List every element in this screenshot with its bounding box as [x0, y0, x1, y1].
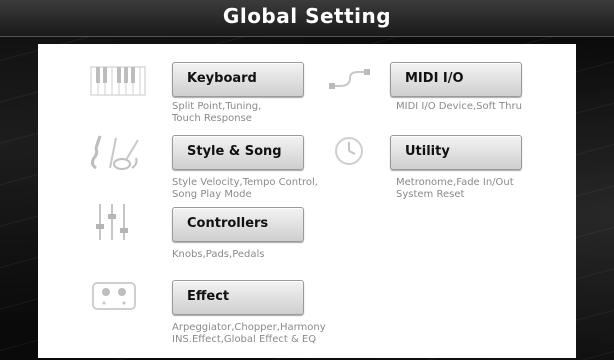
midi-io-description: MIDI I/O Device,Soft Thru — [396, 101, 522, 112]
effect-button[interactable]: Effect — [172, 280, 304, 315]
utility-button[interactable]: Utility — [390, 135, 522, 170]
clock-icon — [335, 137, 363, 165]
keyboard-description: Split Point,Tuning, Touch Response — [172, 101, 262, 124]
utility-description: Metronome,Fade In/Out System Reset — [396, 177, 514, 200]
page-title: Global Setting — [222, 4, 392, 28]
settings-panel: Keyboard Split Point,Tuning, Touch Respon… — [38, 44, 576, 358]
effect-pedal-icon — [92, 282, 136, 310]
title-bar: Global Setting — [0, 0, 614, 37]
keyboard-icon — [90, 66, 146, 96]
midi-cable-icon — [329, 69, 370, 89]
faders-icon — [96, 204, 128, 240]
style-song-button[interactable]: Style & Song — [172, 135, 304, 170]
instruments-icon — [90, 135, 139, 170]
controllers-description: Knobs,Pads,Pedals — [172, 249, 265, 260]
style-song-description: Style Velocity,Tempo Control, Song Play M… — [172, 177, 318, 200]
global-setting-screen: Global Setting Keyboard Split Point,Tuni… — [0, 0, 614, 360]
effect-description: Arpeggiator,Chopper,Harmony INS.Effect,Gl… — [172, 322, 326, 345]
controllers-button[interactable]: Controllers — [172, 207, 304, 242]
keyboard-button[interactable]: Keyboard — [172, 62, 304, 97]
midi-io-button[interactable]: MIDI I/O — [390, 62, 522, 97]
